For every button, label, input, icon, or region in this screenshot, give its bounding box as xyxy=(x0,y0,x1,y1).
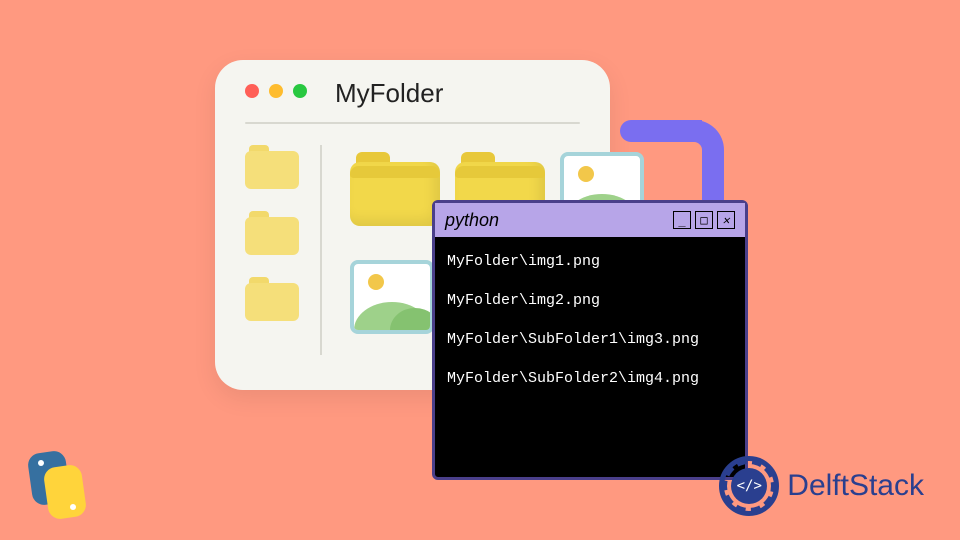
divider xyxy=(245,122,580,124)
delftstack-logo: </> DelftStack xyxy=(719,456,924,516)
folder-icon[interactable] xyxy=(245,277,299,321)
delftstack-badge-icon: </> xyxy=(719,456,779,516)
sidebar xyxy=(245,145,299,343)
window-title: MyFolder xyxy=(335,78,443,109)
terminal-title: python xyxy=(445,210,499,231)
terminal-titlebar: python _ □ ✕ xyxy=(435,203,745,237)
terminal-output: MyFolder\img1.png MyFolder\img2.png MyFo… xyxy=(435,237,745,425)
close-icon[interactable] xyxy=(245,84,259,98)
delftstack-text: DelftStack xyxy=(787,469,924,503)
output-line: MyFolder\SubFolder2\img4.png xyxy=(447,370,733,387)
vertical-divider xyxy=(320,145,322,355)
minimize-icon[interactable] xyxy=(269,84,283,98)
image-file-icon[interactable] xyxy=(350,260,434,334)
python-logo-icon xyxy=(22,450,92,520)
minimize-icon[interactable]: _ xyxy=(673,211,691,229)
output-line: MyFolder\img2.png xyxy=(447,292,733,309)
window-controls: _ □ ✕ xyxy=(673,211,735,229)
close-icon[interactable]: ✕ xyxy=(717,211,735,229)
folder-icon[interactable] xyxy=(245,145,299,189)
maximize-icon[interactable]: □ xyxy=(695,211,713,229)
maximize-icon[interactable] xyxy=(293,84,307,98)
subfolder-icon[interactable] xyxy=(350,152,440,226)
folder-icon[interactable] xyxy=(245,211,299,255)
output-line: MyFolder\SubFolder1\img3.png xyxy=(447,331,733,348)
output-line: MyFolder\img1.png xyxy=(447,253,733,270)
terminal-window: python _ □ ✕ MyFolder\img1.png MyFolder\… xyxy=(432,200,748,480)
